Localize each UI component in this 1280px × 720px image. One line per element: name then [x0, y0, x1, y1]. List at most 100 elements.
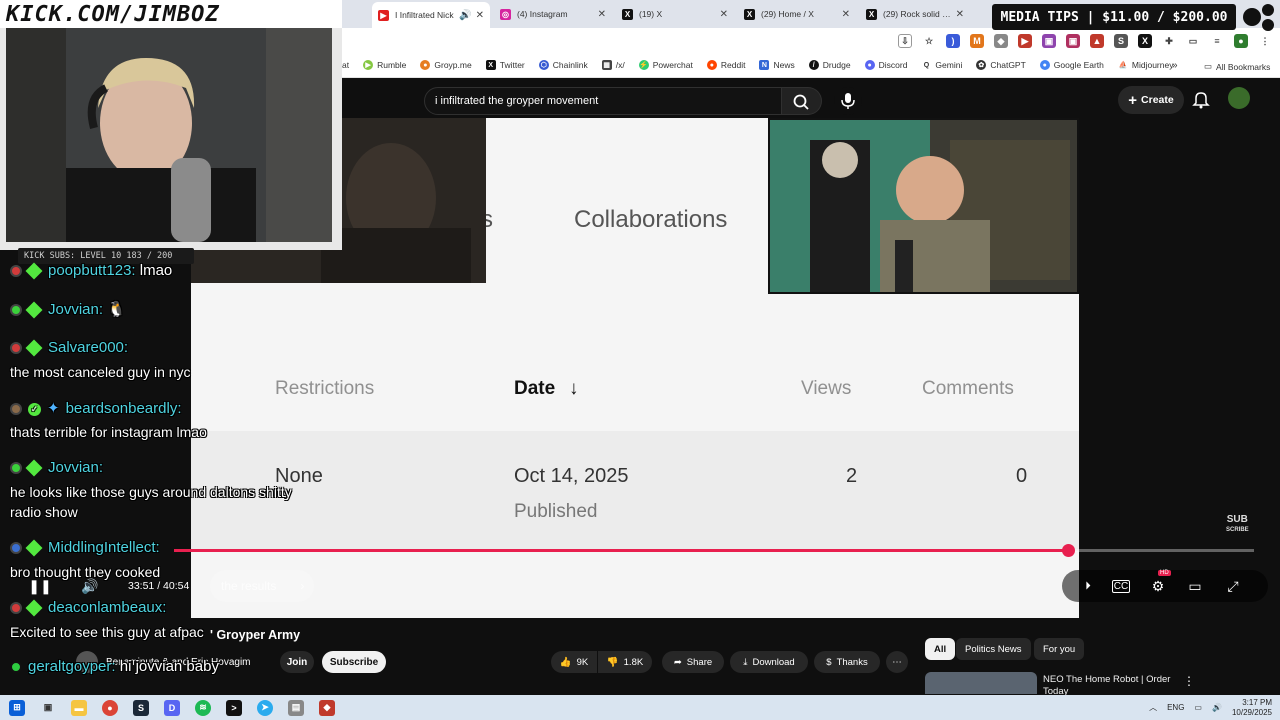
- chrome-icon[interactable]: ●: [102, 699, 118, 716]
- language-indicator[interactable]: ENG: [1167, 703, 1184, 712]
- extension-icon[interactable]: ): [946, 34, 960, 48]
- gem-icon: [25, 599, 43, 617]
- theater-mode-button[interactable]: ▭: [1183, 574, 1207, 598]
- bookmark-item[interactable]: ⚡ Powerchat: [638, 60, 693, 70]
- telegram-icon[interactable]: ➤: [257, 699, 273, 716]
- star-icon: ✦: [47, 400, 60, 417]
- file-explorer-icon[interactable]: ▬: [71, 699, 87, 716]
- more-vertical-icon[interactable]: ⋮: [1183, 674, 1195, 688]
- task-view-icon[interactable]: ▣: [40, 700, 56, 716]
- chip-all[interactable]: All: [925, 638, 956, 660]
- chevron-right-icon[interactable]: »: [1172, 60, 1178, 71]
- bookmark-item[interactable]: ● Discord: [864, 60, 907, 70]
- tab-youtube-video[interactable]: ▶ I Infiltrated Nick 🔊 ✕: [372, 2, 490, 28]
- bookmark-item[interactable]: N News: [759, 60, 795, 70]
- like-button[interactable]: 👍 9K: [551, 651, 597, 673]
- thanks-button[interactable]: $ Thanks: [814, 651, 880, 673]
- bookmark-item[interactable]: ▦/x/: [601, 60, 625, 70]
- close-icon[interactable]: ✕: [842, 9, 850, 20]
- search-input[interactable]: i infiltrated the groyper movement: [424, 87, 782, 115]
- cell-comments: 0: [1016, 465, 1028, 487]
- bookmark-item[interactable]: / Drudge: [808, 60, 851, 70]
- subscribe-watermark[interactable]: SUB SCRIBE: [1226, 515, 1249, 535]
- gem-icon: [25, 301, 43, 319]
- extension-icon[interactable]: ▣: [1066, 34, 1080, 48]
- app-icon[interactable]: ◆: [319, 699, 335, 716]
- download-button[interactable]: ⤓ Download: [730, 651, 808, 673]
- extension-icon[interactable]: S: [1114, 34, 1128, 48]
- scrubber-handle[interactable]: [1061, 544, 1075, 557]
- header-restrictions: Restrictions: [275, 378, 375, 399]
- video-webcam-right: [768, 118, 1079, 294]
- steam-icon[interactable]: S: [133, 699, 149, 716]
- bookmark-item[interactable]: ✿ ChatGPT: [976, 60, 1026, 70]
- bookmark-item[interactable]: ● Google Earth: [1039, 60, 1104, 70]
- extension-icon[interactable]: ▲: [1090, 34, 1104, 48]
- puzzle-icon[interactable]: ✚: [1162, 34, 1176, 48]
- tab-x-rock-solid[interactable]: X (29) Rock solid on X ✕: [860, 3, 970, 25]
- extension-icon[interactable]: ▶: [1018, 34, 1032, 48]
- extension-icon[interactable]: ▣: [1042, 34, 1056, 48]
- chevron-up-icon[interactable]: ︿: [1149, 702, 1157, 713]
- create-button[interactable]: + Create: [1118, 86, 1184, 114]
- chat-message-text: he looks like those guys around daltons …: [10, 484, 292, 500]
- close-icon[interactable]: ✕: [720, 9, 728, 20]
- bookmark-item[interactable]: X Twitter: [485, 60, 525, 70]
- subscribe-button[interactable]: Subscribe: [322, 651, 386, 673]
- terminal-icon[interactable]: >: [226, 699, 242, 716]
- profile-avatar-icon[interactable]: ●: [1234, 34, 1248, 48]
- windows-start-icon[interactable]: ⊞: [9, 699, 25, 716]
- search-button[interactable]: [782, 87, 822, 115]
- tab-x-19[interactable]: X (19) X ✕: [616, 3, 734, 25]
- share-button[interactable]: ➦ Share: [662, 651, 724, 673]
- streamer-webcam: [6, 28, 332, 242]
- news-icon: N: [759, 60, 770, 70]
- bookmark-item[interactable]: at: [342, 60, 349, 70]
- autoplay-toggle[interactable]: ⏵: [1076, 574, 1100, 598]
- fullscreen-button[interactable]: ⤢: [1221, 574, 1245, 598]
- captions-button[interactable]: CC: [1109, 574, 1133, 598]
- all-bookmarks[interactable]: ▭ All Bookmarks: [1204, 61, 1270, 72]
- voice-search-button[interactable]: [834, 87, 862, 115]
- metamask-icon[interactable]: M: [970, 34, 984, 48]
- bookmark-item[interactable]: ● Reddit: [706, 60, 745, 70]
- volume-icon[interactable]: 🔊: [1212, 703, 1222, 712]
- bookmark-item[interactable]: ● Groyp.me: [420, 60, 472, 70]
- reading-list-icon[interactable]: ≡: [1210, 34, 1224, 48]
- close-icon[interactable]: ✕: [476, 10, 484, 21]
- spotify-icon[interactable]: ≋: [195, 699, 211, 716]
- bookmark-item[interactable]: ⛵ Midjourney: [1117, 60, 1173, 70]
- app-icon[interactable]: ▤: [288, 699, 304, 716]
- gear-icon: ⚙: [1151, 577, 1165, 594]
- settings-button[interactable]: ⚙ HD: [1146, 570, 1171, 598]
- chip-for-you[interactable]: For you: [1034, 638, 1085, 660]
- tab-instagram[interactable]: ◎ (4) Instagram ✕: [494, 3, 612, 25]
- speaker-icon[interactable]: 🔊: [459, 10, 471, 21]
- close-icon[interactable]: ✕: [956, 9, 964, 20]
- host-webcam-scene: [770, 120, 1077, 292]
- notifications-button[interactable]: [1190, 88, 1212, 110]
- account-avatar[interactable]: [1228, 87, 1250, 109]
- bookmark-item[interactable]: ⬡ Chainlink: [538, 60, 588, 70]
- more-vertical-icon[interactable]: ⋮: [1258, 34, 1272, 48]
- progress-bar[interactable]: [174, 544, 1254, 557]
- clock[interactable]: 3:17 PM 10/29/2025: [1232, 698, 1272, 718]
- discord-icon[interactable]: D: [164, 699, 180, 716]
- header-comments: Comments: [922, 378, 1014, 399]
- install-icon[interactable]: ⇩: [898, 34, 912, 48]
- recommended-thumbnail[interactable]: [925, 672, 1037, 694]
- x-icon[interactable]: X: [1138, 34, 1152, 48]
- more-actions-button[interactable]: ⋯: [886, 651, 908, 673]
- join-button[interactable]: Join: [280, 651, 314, 673]
- sidebar-icon[interactable]: ▭: [1186, 34, 1200, 48]
- network-icon[interactable]: ▭: [1194, 703, 1202, 712]
- bookmark-item[interactable]: Q Gemini: [921, 60, 962, 70]
- badge-icon: [10, 602, 22, 615]
- bookmark-item[interactable]: ▶ Rumble: [363, 60, 406, 70]
- shield-icon[interactable]: ◆: [994, 34, 1008, 48]
- dislike-button[interactable]: 👎 1.8K: [598, 651, 652, 673]
- close-icon[interactable]: ✕: [598, 9, 606, 20]
- star-icon[interactable]: ☆: [922, 34, 936, 48]
- chip-politics-news[interactable]: Politics News: [956, 638, 1031, 660]
- tab-x-home[interactable]: X (29) Home / X ✕: [738, 3, 856, 25]
